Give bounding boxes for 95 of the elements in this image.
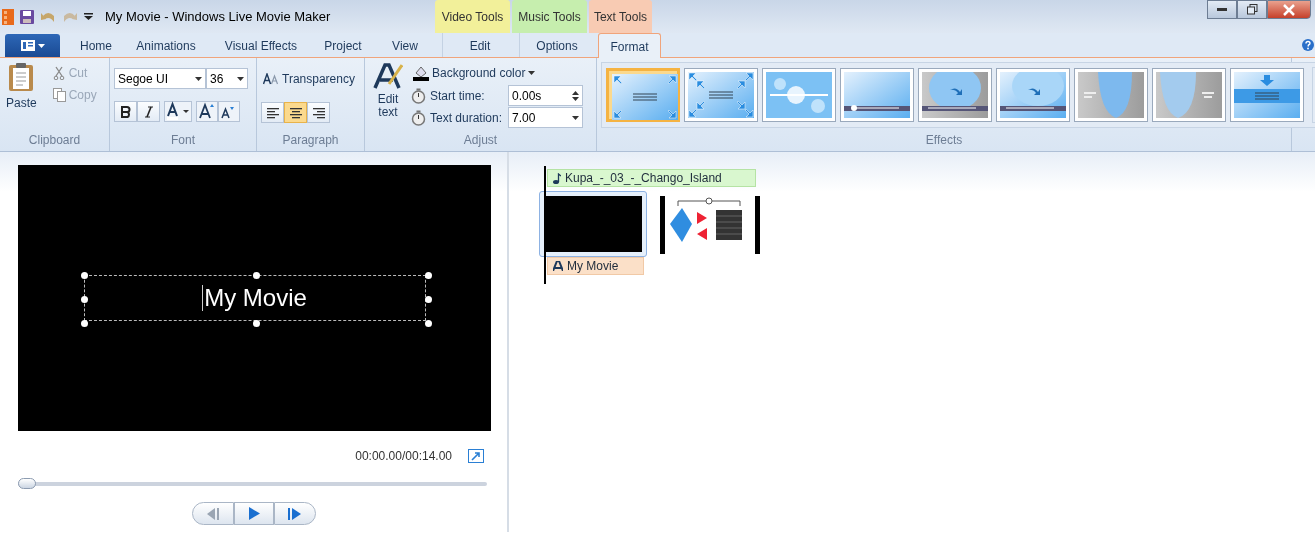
context-tab-group: Music Tools <box>512 0 587 33</box>
effect-thumbnail[interactable] <box>606 68 680 122</box>
caret-icon <box>37 43 45 48</box>
bold-button[interactable] <box>114 101 137 122</box>
ribbon-tab[interactable]: Edit <box>442 33 517 57</box>
font-size-dropdown[interactable]: 36 <box>206 68 248 89</box>
copy-icon <box>52 88 66 102</box>
spinner-icon <box>572 89 579 102</box>
music-note-icon <box>553 172 561 184</box>
align-right-icon <box>311 106 326 119</box>
resize-handle[interactable] <box>80 320 88 327</box>
text-duration-dropdown[interactable]: 7.00 <box>508 107 583 128</box>
caret-icon <box>572 115 579 120</box>
ribbon-tab[interactable]: Format <box>598 33 661 58</box>
ribbon-tab[interactable]: Options <box>519 33 594 57</box>
resize-handle[interactable] <box>252 320 260 327</box>
group-label: Font <box>170 132 196 149</box>
start-time-field[interactable]: 0.00s <box>508 85 583 106</box>
dropdown-icon[interactable] <box>84 12 93 21</box>
audio-track-label[interactable]: Kupa_-_03_-_Chango_Island <box>547 169 756 187</box>
time-readout: 00:00.00/00:14.00 <box>355 448 452 465</box>
step-forward-icon <box>286 507 303 520</box>
bold-icon <box>120 105 131 118</box>
effect-thumbnail[interactable] <box>1230 68 1304 122</box>
effect-thumbnail[interactable] <box>996 68 1070 122</box>
resize-handle[interactable] <box>80 296 88 303</box>
close-button[interactable] <box>1267 0 1311 19</box>
align-center-icon <box>288 106 303 119</box>
fullscreen-icon[interactable] <box>468 449 484 463</box>
play-button[interactable] <box>233 502 274 525</box>
ribbon-tab[interactable]: Home <box>72 33 120 57</box>
text-duration-label: Text duration: <box>430 109 503 127</box>
group-label: Clipboard <box>27 132 82 149</box>
paint-bucket-icon <box>413 65 429 81</box>
file-menu-button[interactable] <box>5 34 60 57</box>
play-icon <box>247 507 260 520</box>
ribbon-tab[interactable]: Project <box>310 33 376 57</box>
effect-thumbnail[interactable] <box>1152 68 1226 122</box>
edit-text-button[interactable]: Edit text <box>369 62 407 122</box>
align-left-button[interactable] <box>261 102 284 123</box>
scissors-icon <box>52 66 66 80</box>
next-frame-button[interactable] <box>273 502 316 525</box>
caret-icon <box>528 71 536 75</box>
seek-thumb[interactable] <box>18 478 36 489</box>
stopwatch-icon <box>411 109 426 126</box>
playhead-marker[interactable] <box>544 166 546 284</box>
grow-font-icon[interactable] <box>196 101 218 122</box>
letter-pen-icon <box>373 62 403 90</box>
clipboard-icon <box>8 62 35 92</box>
context-tab-group: Text Tools <box>589 0 652 33</box>
effect-thumbnail[interactable] <box>918 68 992 122</box>
caption-text: My Movie <box>202 284 307 312</box>
minimize-icon <box>1217 8 1227 11</box>
effect-thumbnail[interactable] <box>684 68 758 122</box>
caret-icon <box>237 76 244 81</box>
stopwatch-icon <box>411 87 426 104</box>
italic-icon <box>144 105 153 118</box>
transparency-button[interactable]: Transparency <box>261 68 360 90</box>
resize-handle[interactable] <box>424 296 432 303</box>
resize-handle[interactable] <box>80 272 88 279</box>
resize-handle[interactable] <box>252 272 260 279</box>
ribbon-tab[interactable]: Animations <box>120 33 212 57</box>
group-label: Paragraph <box>281 132 340 149</box>
transparency-icon <box>263 73 279 85</box>
align-right-button[interactable] <box>307 102 330 123</box>
document-icon <box>20 40 35 51</box>
align-center-button[interactable] <box>284 102 307 123</box>
resize-handle[interactable] <box>424 272 432 279</box>
ribbon-tab[interactable]: View <box>376 33 434 57</box>
paste-button[interactable]: Paste <box>4 62 39 114</box>
shrink-font-icon[interactable] <box>218 101 240 122</box>
save-icon[interactable] <box>20 9 34 24</box>
group-label: Adjust <box>462 132 499 149</box>
resize-handle[interactable] <box>424 320 432 327</box>
effect-thumbnail[interactable] <box>1074 68 1148 122</box>
font-family-dropdown[interactable]: Segoe UI <box>114 68 206 89</box>
minimize-button[interactable] <box>1207 0 1237 19</box>
group-label: Effects <box>924 132 964 149</box>
ribbon-tab[interactable]: Visual Effects <box>212 33 310 57</box>
effect-thumbnail[interactable] <box>762 68 836 122</box>
background-color-button[interactable]: Background color <box>411 62 583 84</box>
context-tab-group: Video Tools <box>435 0 510 33</box>
italic-button[interactable] <box>137 101 160 122</box>
help-icon[interactable] <box>1302 39 1314 51</box>
font-color-icon[interactable] <box>164 101 192 122</box>
letter-icon <box>553 261 563 271</box>
caption-track-label[interactable]: My Movie <box>547 257 644 275</box>
effect-thumbnail[interactable] <box>840 68 914 122</box>
close-icon <box>1283 3 1295 16</box>
restore-button[interactable] <box>1237 0 1267 19</box>
align-left-icon <box>265 106 280 119</box>
window-title: My Movie - Windows Live Movie Maker <box>105 7 331 26</box>
restore-icon <box>1246 4 1258 15</box>
caret-icon <box>195 76 202 81</box>
start-time-label: Start time: <box>430 87 485 105</box>
